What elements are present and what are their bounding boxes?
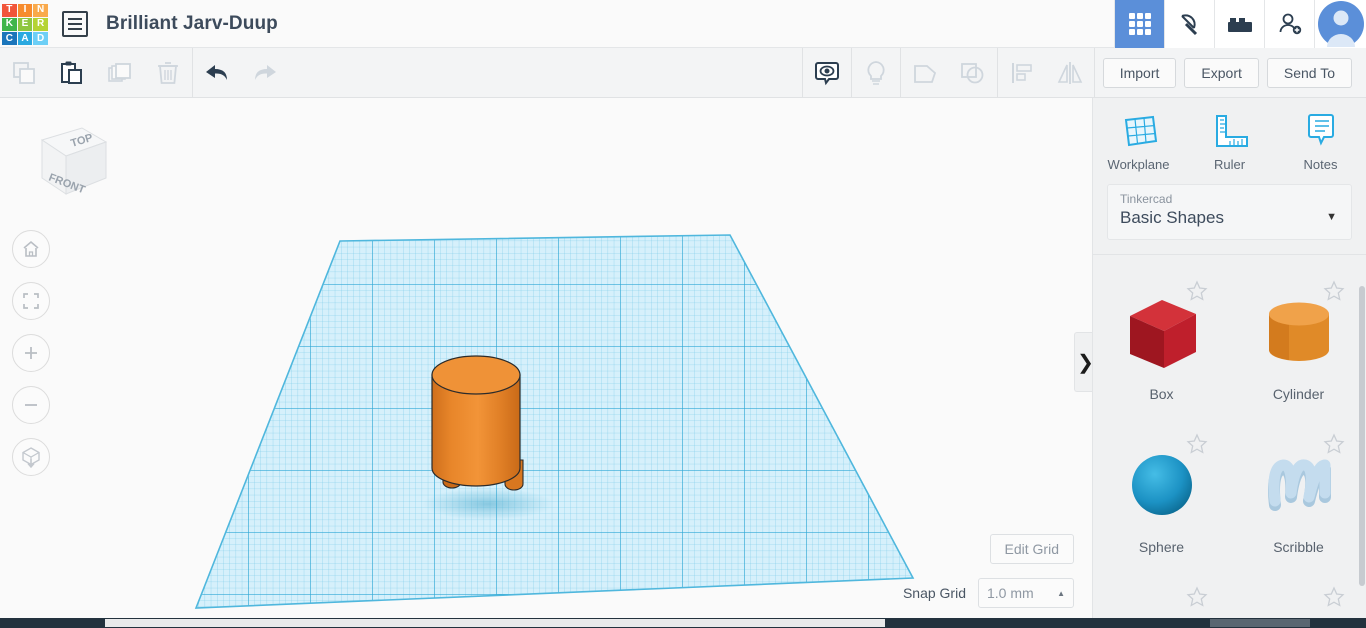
bottom-status-bar [0, 618, 1366, 628]
panel-tool-workplane-label: Workplane [1107, 156, 1170, 172]
pickaxe-icon[interactable] [1164, 0, 1214, 48]
group-icon[interactable] [901, 48, 949, 98]
delete-icon[interactable] [144, 48, 192, 98]
lego-brick-icon[interactable] [1214, 0, 1264, 48]
fit-to-view-icon[interactable] [12, 282, 50, 320]
list-menu-icon[interactable] [62, 10, 88, 37]
logo-tile-c: C [2, 32, 17, 46]
ungroup-icon[interactable] [949, 48, 997, 98]
shape-item-box[interactable]: Box [1093, 266, 1230, 419]
mirror-icon[interactable] [1046, 48, 1094, 98]
copy-icon[interactable] [0, 48, 48, 98]
favorite-star-icon[interactable] [1186, 280, 1208, 307]
light-bulb-icon[interactable] [852, 48, 900, 98]
show-hide-icon[interactable] [803, 48, 851, 98]
shape-list-scrollbar[interactable] [1359, 286, 1365, 586]
chevron-down-icon: ▼ [1326, 211, 1337, 223]
snap-grid-value: 1.0 mm [987, 585, 1034, 601]
shape-item-scribble-label: Scribble [1273, 538, 1324, 555]
chevron-up-icon: ▲ [1057, 588, 1065, 598]
import-button[interactable]: Import [1102, 57, 1177, 88]
favorite-star-icon[interactable] [1186, 586, 1208, 613]
panel-tool-ruler[interactable]: Ruler [1192, 111, 1268, 172]
shape-item-sphere[interactable]: Sphere [1093, 419, 1230, 572]
zoom-in-icon[interactable] [12, 334, 50, 372]
apps-grid-icon[interactable] [1114, 0, 1164, 48]
shape-item-box-label: Box [1149, 385, 1174, 402]
shape-item-cylinder[interactable]: Cylinder [1230, 266, 1366, 419]
favorite-star-icon[interactable] [1323, 433, 1345, 460]
header-right-actions [1114, 0, 1366, 48]
shape-library-vendor: Tinkercad [1120, 192, 1173, 206]
grid-controls: Edit Grid Snap Grid 1.0 mm ▲ [903, 534, 1074, 608]
shape-library-select[interactable]: Tinkercad Basic Shapes ▼ [1107, 184, 1352, 240]
align-icon[interactable] [998, 48, 1046, 98]
top-header-bar: TIN KER CAD Brilliant Jarv-Duup [0, 0, 1366, 48]
shapes-panel: Workplane Ruler Notes Tinkercad Basic Sh… [1092, 98, 1366, 618]
shape-item-cone[interactable] [1230, 572, 1366, 618]
horizontal-scrollbar-thumb[interactable] [1210, 619, 1310, 627]
invite-user-icon[interactable] [1264, 0, 1314, 48]
redo-icon[interactable] [241, 48, 289, 98]
snap-grid-label: Snap Grid [902, 585, 966, 601]
export-button[interactable]: Export [1184, 57, 1259, 88]
shape-item-sphere-label: Sphere [1138, 538, 1185, 555]
panel-tool-ruler-label: Ruler [1213, 156, 1246, 172]
page-title: Brilliant Jarv-Duup [106, 12, 278, 34]
edit-tools-group [0, 48, 192, 98]
horizontal-scrollbar-track[interactable] [105, 619, 885, 627]
ruler-icon [1215, 114, 1248, 147]
snap-grid-select[interactable]: 1.0 mm ▲ [978, 578, 1074, 608]
paste-icon[interactable] [48, 48, 96, 98]
panel-divider [1093, 254, 1366, 255]
edit-grid-button[interactable]: Edit Grid [989, 534, 1074, 564]
view-cube[interactable]: TOP FRONT [20, 116, 110, 204]
shape-item-scribble[interactable]: Scribble [1230, 419, 1366, 572]
favorite-star-icon[interactable] [1186, 433, 1208, 460]
tinkercad-logo[interactable]: TIN KER CAD [2, 3, 48, 46]
panel-tool-notes[interactable]: Notes [1283, 111, 1359, 172]
shape-item-cylinder-label: Cylinder [1272, 385, 1325, 402]
shape-library-value: Basic Shapes [1120, 208, 1224, 227]
shape-item-roof[interactable] [1093, 572, 1230, 618]
avatar[interactable] [1314, 0, 1366, 48]
panel-tools-row: Workplane Ruler Notes [1093, 98, 1366, 180]
send-to-button[interactable]: Send To [1266, 57, 1352, 88]
history-tools-group [193, 48, 289, 98]
logo-tile-r: R [33, 17, 48, 32]
panel-tool-workplane[interactable]: Workplane [1101, 111, 1177, 172]
workplane-grid-icon [1124, 115, 1157, 146]
favorite-star-icon[interactable] [1323, 586, 1345, 613]
panel-tool-notes-label: Notes [1303, 156, 1338, 172]
notes-bubble-icon [1307, 113, 1334, 146]
shape-list[interactable]: Box Cylinder Sphere Scribble [1093, 266, 1366, 618]
main-toolbar: Import Export Send To [0, 47, 1366, 98]
logo-tile-n: N [33, 3, 48, 17]
logo-tile-k: K [2, 17, 17, 32]
logo-tile-d: D [33, 32, 48, 46]
logo-tile-e: E [17, 17, 33, 32]
snap-grid-row: Snap Grid 1.0 mm ▲ [903, 578, 1074, 608]
3d-viewport[interactable]: Workplane TOP FRONT [0, 98, 1092, 618]
home-view-icon[interactable] [12, 230, 50, 268]
undo-icon[interactable] [193, 48, 241, 98]
logo-tile-t: T [2, 3, 17, 17]
zoom-out-icon[interactable] [12, 386, 50, 424]
duplicate-icon[interactable] [96, 48, 144, 98]
logo-tile-i: I [17, 3, 33, 17]
perspective-toggle-icon[interactable] [12, 438, 50, 476]
logo-tile-a: A [17, 32, 33, 46]
favorite-star-icon[interactable] [1323, 280, 1345, 307]
